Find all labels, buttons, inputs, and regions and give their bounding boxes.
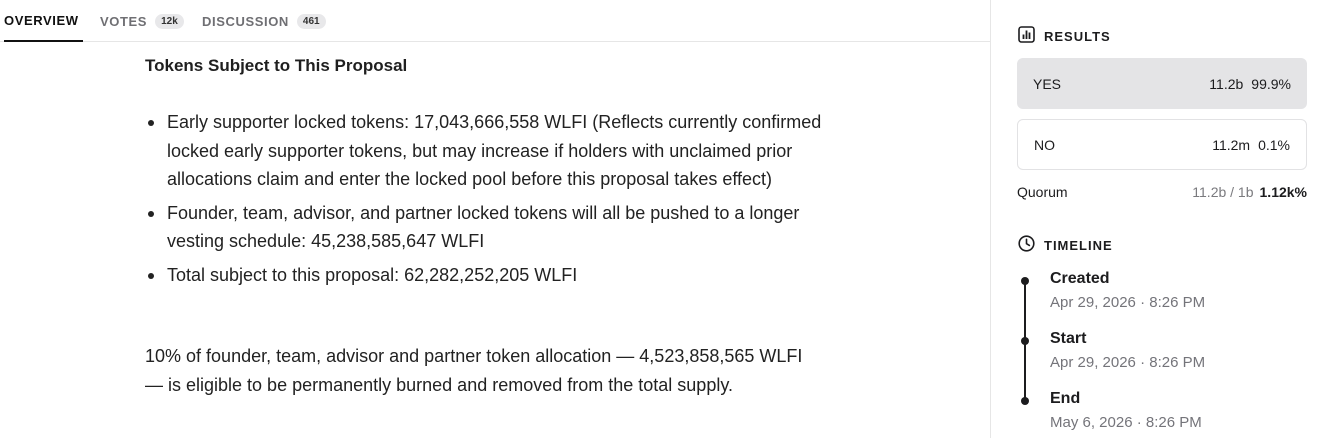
timeline-title: End <box>1050 390 1081 407</box>
tab-discussion[interactable]: DISCUSSION 461 <box>202 0 326 42</box>
tab-overview[interactable]: OVERVIEW <box>4 0 83 42</box>
timeline-date: Apr 29, 2026 · 8:26 PM <box>1050 354 1206 371</box>
timeline-date: May 6, 2026 · 8:26 PM <box>1050 414 1202 431</box>
timeline-dot <box>1021 397 1029 405</box>
burn-paragraph: 10% of founder, team, advisor and partne… <box>145 346 803 395</box>
result-no[interactable]: NO 11.2m 0.1% <box>1017 119 1307 170</box>
quorum-row: Quorum 11.2b / 1b 1.12k% <box>1017 184 1307 200</box>
timeline-dot <box>1021 337 1029 345</box>
list-item: Early supporter locked tokens: 17,043,66… <box>145 108 825 194</box>
quorum-label: Quorum <box>1017 184 1068 200</box>
token-list: Early supporter locked tokens: 17,043,66… <box>145 108 825 294</box>
tab-bar: OVERVIEW VOTES 12k DISCUSSION 461 <box>0 0 990 42</box>
tab-votes[interactable]: VOTES 12k <box>100 0 184 42</box>
bar-chart-icon <box>1018 26 1044 46</box>
timeline-dot <box>1021 277 1029 285</box>
timeline-title: Created <box>1050 270 1110 287</box>
option-label: YES <box>1033 75 1062 92</box>
option-amount: 11.2m <box>1212 136 1251 153</box>
proposal-body: Tokens Subject to This Proposal Early su… <box>145 56 825 395</box>
results-header: RESULTS <box>1018 26 1111 46</box>
result-yes[interactable]: YES 11.2b 99.9% <box>1017 58 1307 109</box>
clock-icon <box>1018 235 1044 255</box>
section-title: Tokens Subject to This Proposal <box>145 56 408 75</box>
timeline-header: TIMELINE <box>1018 235 1113 255</box>
list-item: Total subject to this proposal: 62,282,2… <box>145 261 825 290</box>
tab-label: VOTES <box>100 13 148 29</box>
timeline-item-end: End May 6, 2026 · 8:26 PM <box>1017 390 1307 440</box>
quorum-value: 11.2b / 1b <box>1192 184 1254 200</box>
timeline-item-created: Created Apr 29, 2026 · 8:26 PM <box>1017 270 1307 320</box>
tab-label: DISCUSSION <box>202 13 289 29</box>
timeline-item-start: Start Apr 29, 2026 · 8:26 PM <box>1017 330 1307 380</box>
votes-count-badge: 12k <box>155 13 184 29</box>
option-amount: 11.2b <box>1209 75 1244 92</box>
option-percent: 99.9% <box>1251 75 1291 92</box>
timeline-title: TIMELINE <box>1044 237 1113 253</box>
timeline-date: Apr 29, 2026 · 8:26 PM <box>1050 294 1206 311</box>
sidebar: RESULTS YES 11.2b 99.9% NO 11.2m 0.1% Qu… <box>990 0 1331 438</box>
list-item: Founder, team, advisor, and partner lock… <box>145 199 825 256</box>
results-title: RESULTS <box>1044 28 1111 44</box>
tab-label: OVERVIEW <box>4 12 79 28</box>
discussion-count-badge: 461 <box>296 13 326 29</box>
option-percent: 0.1% <box>1258 136 1290 153</box>
quorum-percent: 1.12k% <box>1259 184 1307 200</box>
timeline-title: Start <box>1050 330 1087 347</box>
option-label: NO <box>1034 136 1055 153</box>
